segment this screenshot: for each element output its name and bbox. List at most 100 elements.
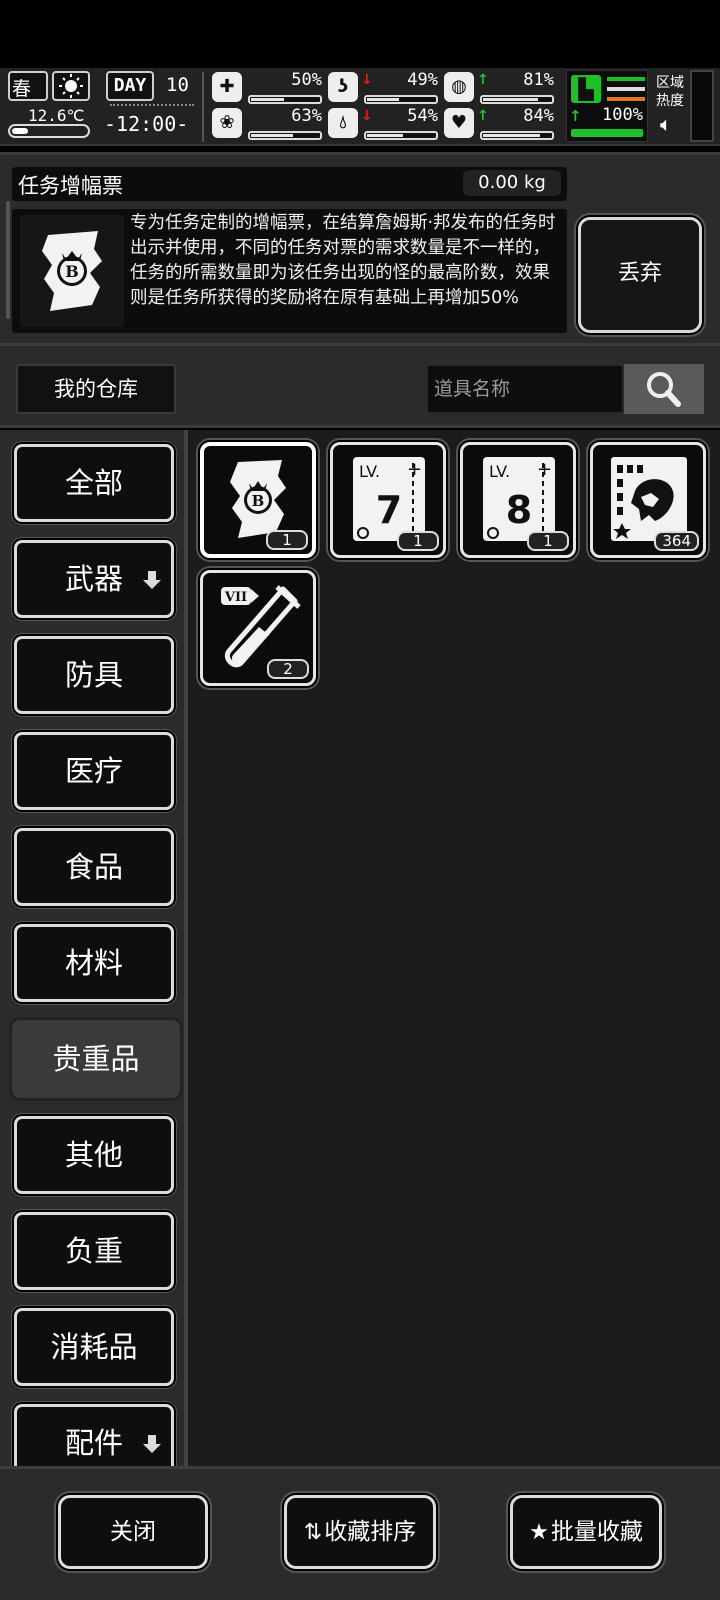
- item-detail-panel: 任务增幅票 0.00 kg B 专为任务定制的增幅票，在结算詹姆斯·邦发布的任务…: [0, 152, 720, 346]
- svg-text:+: +: [537, 459, 552, 480]
- inventory-grid: B 1 LV. + 7 1 LV. + 8 1 364 VII 2: [188, 430, 720, 1466]
- category-label: 武器: [64, 562, 123, 596]
- trend-up-icon: ↑: [477, 72, 489, 88]
- category-food[interactable]: 食品: [14, 828, 174, 906]
- search-icon: [647, 372, 681, 407]
- inventory-slot[interactable]: VII 2: [200, 570, 316, 686]
- category-weapons[interactable]: 武器: [14, 540, 174, 618]
- category-label: 全部: [64, 466, 123, 500]
- category-label: 食品: [64, 850, 123, 884]
- heart-icon: ♥: [444, 108, 474, 138]
- svg-text:B: B: [65, 262, 79, 281]
- stat-heart: ♥ ↑ 84%: [444, 106, 556, 142]
- item-count: 1: [266, 530, 308, 550]
- stat-bar: [364, 95, 438, 104]
- day-badge: DAY: [106, 71, 154, 101]
- arrow-down-icon: [143, 1435, 161, 1453]
- season-badge: 春: [8, 71, 48, 101]
- discard-button[interactable]: 丢弃: [578, 217, 702, 333]
- close-button[interactable]: 关闭: [58, 1495, 208, 1569]
- category-valuables[interactable]: 贵重品: [12, 1020, 180, 1098]
- stat-mood: ❀ 63%: [212, 106, 324, 142]
- stat-stomach: ʖ ↓ 49%: [328, 70, 440, 106]
- svg-text:+: +: [407, 459, 422, 480]
- season-label: 春: [12, 78, 32, 100]
- boot-status-lines: [607, 77, 645, 101]
- stat-value: 81%: [523, 70, 554, 90]
- day-number: 10: [166, 74, 189, 96]
- stat-water: 💧︎ ↓ 54%: [328, 106, 440, 142]
- category-label: 材料: [64, 946, 123, 980]
- brain-icon: ❀: [212, 108, 242, 138]
- trend-up-icon: ↑: [569, 107, 582, 125]
- stat-bar: [480, 95, 554, 104]
- ticket-icon: B: [20, 215, 124, 327]
- zone-heat-meter: [690, 70, 714, 142]
- scrollbar[interactable]: [6, 201, 10, 319]
- speaker-icon[interactable]: 🔈︎: [660, 112, 672, 136]
- item-count: 1: [397, 531, 439, 551]
- stat-value: 84%: [523, 106, 554, 126]
- favorite-sort-label: 收藏排序: [324, 1519, 417, 1545]
- inventory-slot[interactable]: LV. + 8 1: [460, 442, 576, 558]
- stat-bar: [248, 131, 322, 140]
- category-accessories[interactable]: 配件: [14, 1404, 174, 1466]
- item-count: 2: [267, 659, 309, 679]
- batch-favorite-label: 批量收藏: [550, 1519, 643, 1545]
- category-load[interactable]: 负重: [14, 1212, 174, 1290]
- medkit-icon: ✚: [212, 72, 242, 102]
- thermometer-icon: [8, 124, 90, 138]
- category-consumables[interactable]: 消耗品: [14, 1308, 174, 1386]
- boot-panel: ▙ ↑ 100%: [566, 70, 648, 142]
- search-button[interactable]: [624, 364, 704, 414]
- item-description-box: B 专为任务定制的增幅票，在结算詹姆斯·邦发布的任务时出示并使用，不同的任务对票…: [12, 209, 567, 333]
- capsule-icon: ◍: [444, 72, 474, 102]
- category-label: 其他: [64, 1138, 123, 1172]
- inventory-slot[interactable]: 364: [590, 442, 706, 558]
- item-title-bar: 任务增幅票 0.00 kg: [12, 167, 567, 201]
- trend-down-icon: ↓: [361, 108, 373, 124]
- stat-value: 54%: [407, 106, 438, 126]
- item-weight: 0.00 kg: [463, 170, 561, 196]
- category-materials[interactable]: 材料: [14, 924, 174, 1002]
- day-label: DAY: [113, 75, 147, 96]
- trend-down-icon: ↓: [361, 72, 373, 88]
- status-bar: 春 12.6℃ DAY 10 -12:00- ✚ 50% ʖ ↓ 49% ◍ ↑…: [0, 68, 720, 146]
- level-label: LV.: [489, 462, 510, 481]
- inventory-slot[interactable]: LV. + 7 1: [330, 442, 446, 558]
- temperature-value: 12.6℃: [28, 106, 85, 125]
- my-warehouse-tab[interactable]: 我的仓库: [16, 364, 176, 414]
- inventory-slot[interactable]: B 1: [200, 442, 316, 558]
- sun-icon: [52, 71, 90, 101]
- stat-value: 100%: [602, 105, 643, 125]
- item-search-input[interactable]: [426, 364, 624, 414]
- category-label: 医疗: [64, 754, 123, 788]
- item-count: 364: [654, 531, 699, 551]
- category-sidebar[interactable]: 全部 武器 防具 医疗 食品 材料 贵重品 其他 负重 消耗品 配件: [0, 430, 188, 1466]
- boot-icon: ▙: [571, 75, 601, 103]
- stat-value: 63%: [291, 106, 322, 126]
- divider: [202, 72, 204, 142]
- stat-stamina: ◍ ↑ 81%: [444, 70, 556, 106]
- search-row: 我的仓库: [0, 346, 720, 428]
- zone-heat-label: 区域 热度: [656, 75, 684, 109]
- level-label: LV.: [359, 462, 380, 481]
- favorite-sort-button[interactable]: ⇅收藏排序: [284, 1495, 436, 1569]
- stat-health: ✚ 50%: [212, 70, 324, 106]
- stat-bar: [248, 95, 322, 104]
- stomach-icon: ʖ: [328, 72, 358, 102]
- item-count: 1: [527, 531, 569, 551]
- category-label: 防具: [64, 658, 123, 692]
- category-armor[interactable]: 防具: [14, 636, 174, 714]
- category-label: 消耗品: [50, 1330, 138, 1364]
- category-label: 贵重品: [52, 1042, 140, 1076]
- category-all[interactable]: 全部: [14, 444, 174, 522]
- stat-bar: [364, 131, 438, 140]
- item-description: 专为任务定制的增幅票，在结算詹姆斯·邦发布的任务时出示并使用，不同的任务对票的需…: [130, 213, 556, 308]
- category-other[interactable]: 其他: [14, 1116, 174, 1194]
- batch-favorite-button[interactable]: ★批量收藏: [510, 1495, 662, 1569]
- water-drop-icon: 💧︎: [328, 108, 358, 138]
- svg-text:B: B: [252, 492, 265, 510]
- category-medical[interactable]: 医疗: [14, 732, 174, 810]
- stat-value: 50%: [291, 70, 322, 90]
